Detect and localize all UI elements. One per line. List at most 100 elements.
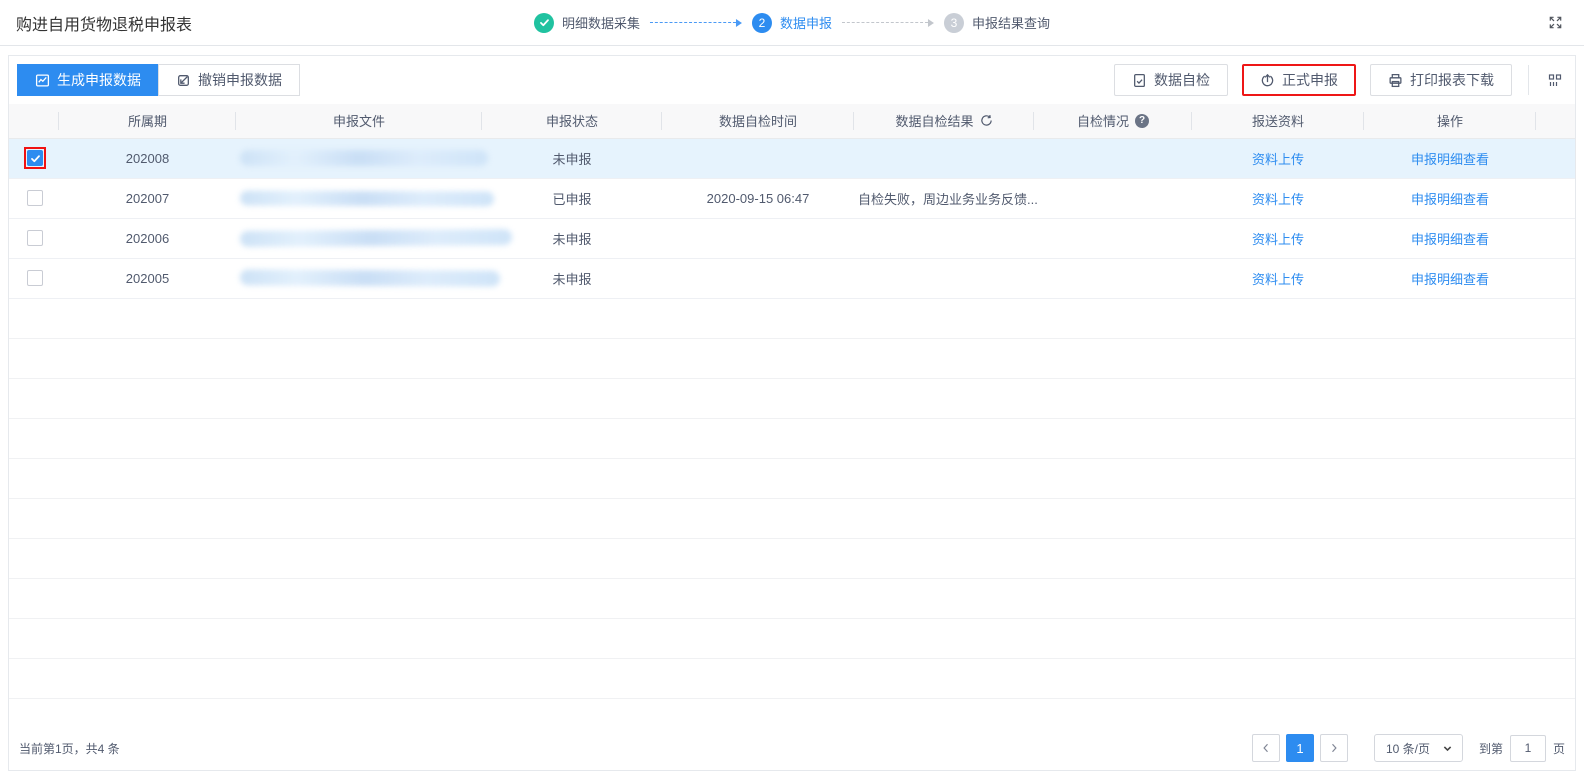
cell-check-result: 自检失败，周边业务业务反馈... bbox=[854, 178, 1038, 219]
table-header-row: 所属期 申报文件 申报状态 数据自检时间 数据自检结果 自检情况 ? 报送资料 … bbox=[9, 104, 1575, 139]
step-3-declare-result-query: 3 申报结果查询 bbox=[944, 12, 1051, 33]
row-checkbox[interactable] bbox=[27, 150, 43, 166]
cell-check-time: 2020-09-15 06:47 bbox=[662, 178, 854, 219]
header-checkbox-cell bbox=[9, 104, 59, 139]
redacted-file-blob bbox=[239, 190, 495, 206]
cell-submit-material: 资料上传 bbox=[1192, 258, 1364, 299]
table-row[interactable]: 202007 已申报 2020-09-15 06:47 自检失败，周边业务业务反… bbox=[9, 178, 1575, 219]
cell-check-result bbox=[854, 138, 1034, 179]
cell-period: 202006 bbox=[59, 218, 236, 259]
upload-arrow-icon bbox=[1260, 73, 1275, 88]
chevron-down-icon bbox=[1442, 743, 1453, 754]
page-size-select[interactable]: 10 条/页 bbox=[1373, 734, 1463, 762]
header-period: 所属期 bbox=[59, 104, 236, 139]
undo-box-icon bbox=[176, 73, 191, 88]
cell-status: 未申报 bbox=[482, 258, 662, 299]
header-submit-material: 报送资料 bbox=[1192, 104, 1364, 139]
cell-operation: 申报明细查看 bbox=[1364, 218, 1536, 259]
button-label: 打印报表下载 bbox=[1410, 72, 1494, 88]
page-1-button[interactable]: 1 bbox=[1285, 734, 1314, 762]
data-self-check-button[interactable]: 数据自检 bbox=[1114, 64, 1228, 96]
column-settings-icon[interactable] bbox=[1543, 68, 1567, 92]
cell-period: 202005 bbox=[59, 258, 236, 299]
cell-check-situation bbox=[1034, 258, 1192, 299]
header-operation: 操作 bbox=[1364, 104, 1536, 139]
cell-status: 未申报 bbox=[482, 138, 662, 179]
step-label: 申报结果查询 bbox=[972, 16, 1051, 31]
printer-icon bbox=[1388, 73, 1403, 88]
header-label: 数据自检结果 bbox=[895, 114, 974, 130]
pagination-bar: 当前第1页，共4 条 1 10 条/页 到第 页 bbox=[9, 726, 1575, 770]
step-label: 明细数据采集 bbox=[561, 16, 640, 31]
document-check-icon bbox=[1132, 73, 1147, 88]
row-checkbox[interactable] bbox=[27, 230, 43, 247]
refresh-icon[interactable] bbox=[980, 114, 993, 127]
table-row[interactable]: 202006 未申报 资料上传 申报明细查看 bbox=[9, 218, 1575, 259]
cell-submit-material: 资料上传 bbox=[1192, 178, 1364, 219]
cell-submit-material: 资料上传 bbox=[1192, 218, 1364, 259]
fullscreen-expand-icon[interactable] bbox=[1543, 10, 1568, 35]
next-page-button[interactable] bbox=[1319, 734, 1348, 762]
page-header: 购进自用货物退税申报表 明细数据采集 2 数据申报 3 申报结果查询 bbox=[0, 0, 1584, 46]
help-icon[interactable]: ? bbox=[1135, 113, 1149, 128]
step-connector-arrow-icon bbox=[649, 18, 742, 27]
cell-operation: 申报明细查看 bbox=[1364, 258, 1536, 299]
declare-table: 所属期 申报文件 申报状态 数据自检时间 数据自检结果 自检情况 ? 报送资料 … bbox=[9, 104, 1575, 299]
page-size-value: 10 条/页 bbox=[1385, 741, 1430, 756]
generate-declare-data-button[interactable]: 生成申报数据 bbox=[17, 64, 159, 96]
row-checkbox[interactable] bbox=[27, 270, 43, 287]
cell-declare-file bbox=[236, 138, 488, 179]
button-label: 正式申报 bbox=[1282, 72, 1338, 88]
left-button-group: 生成申报数据 撤销申报数据 bbox=[17, 64, 300, 96]
cell-declare-file bbox=[236, 258, 501, 299]
cell-period: 202008 bbox=[59, 138, 236, 179]
table-row[interactable]: 202008 未申报 资料上传 申报明细查看 bbox=[9, 138, 1575, 179]
declare-detail-link[interactable]: 申报明细查看 bbox=[1411, 272, 1489, 287]
cell-operation: 申报明细查看 bbox=[1364, 178, 1536, 219]
toolbar-divider bbox=[1528, 65, 1529, 95]
table-row[interactable]: 202005 未申报 资料上传 申报明细查看 bbox=[9, 258, 1575, 299]
goto-page-input[interactable] bbox=[1509, 734, 1546, 762]
redacted-file-blob bbox=[239, 269, 501, 287]
upload-material-link[interactable]: 资料上传 bbox=[1252, 152, 1304, 167]
revoke-declare-data-button[interactable]: 撤销申报数据 bbox=[158, 64, 300, 96]
upload-material-link[interactable]: 资料上传 bbox=[1252, 232, 1304, 247]
step-2-number: 2 bbox=[751, 12, 772, 33]
declare-detail-link[interactable]: 申报明细查看 bbox=[1411, 232, 1489, 247]
filler-cell bbox=[1536, 258, 1575, 299]
row-checkbox[interactable] bbox=[27, 190, 43, 207]
cell-check-situation bbox=[1034, 218, 1192, 259]
step-2-data-declare: 2 数据申报 bbox=[751, 12, 832, 33]
right-button-group: 数据自检 正式申报 打印报表下载 bbox=[1114, 64, 1567, 96]
header-self-check-result: 数据自检结果 bbox=[854, 104, 1034, 139]
header-label: 自检情况 bbox=[1076, 114, 1129, 130]
step-done-check-icon bbox=[533, 12, 554, 33]
header-declare-status: 申报状态 bbox=[482, 104, 662, 139]
formal-declare-button[interactable]: 正式申报 bbox=[1242, 64, 1356, 96]
upload-material-link[interactable]: 资料上传 bbox=[1252, 192, 1304, 207]
cell-check-situation bbox=[1034, 178, 1192, 219]
goto-unit: 页 bbox=[1552, 741, 1565, 756]
goto-label: 到第 bbox=[1478, 741, 1503, 756]
button-label: 撤销申报数据 bbox=[198, 72, 282, 88]
declare-detail-link[interactable]: 申报明细查看 bbox=[1411, 192, 1489, 207]
prev-page-button[interactable] bbox=[1251, 734, 1280, 762]
header-self-check-time: 数据自检时间 bbox=[662, 104, 854, 139]
filler-cell bbox=[1536, 138, 1575, 179]
cell-period: 202007 bbox=[59, 178, 236, 219]
cell-check-time bbox=[662, 218, 854, 259]
cell-check-time bbox=[662, 258, 854, 299]
upload-material-link[interactable]: 资料上传 bbox=[1252, 272, 1304, 287]
button-label: 生成申报数据 bbox=[57, 72, 141, 88]
filler-cell bbox=[1536, 104, 1575, 139]
step-indicator: 明细数据采集 2 数据申报 3 申报结果查询 bbox=[533, 0, 1051, 45]
cell-status: 已申报 bbox=[482, 178, 662, 219]
declare-detail-link[interactable]: 申报明细查看 bbox=[1411, 152, 1489, 167]
print-report-download-button[interactable]: 打印报表下载 bbox=[1370, 64, 1512, 96]
app-window: 购进自用货物退税申报表 明细数据采集 2 数据申报 3 申报结果查询 生成申报数… bbox=[0, 0, 1584, 780]
pager-controls: 1 10 条/页 到第 页 bbox=[1246, 734, 1565, 762]
header-declare-file: 申报文件 bbox=[236, 104, 482, 139]
filler-cell bbox=[1536, 178, 1575, 219]
line-chart-icon bbox=[35, 73, 50, 88]
button-label: 数据自检 bbox=[1154, 72, 1210, 88]
